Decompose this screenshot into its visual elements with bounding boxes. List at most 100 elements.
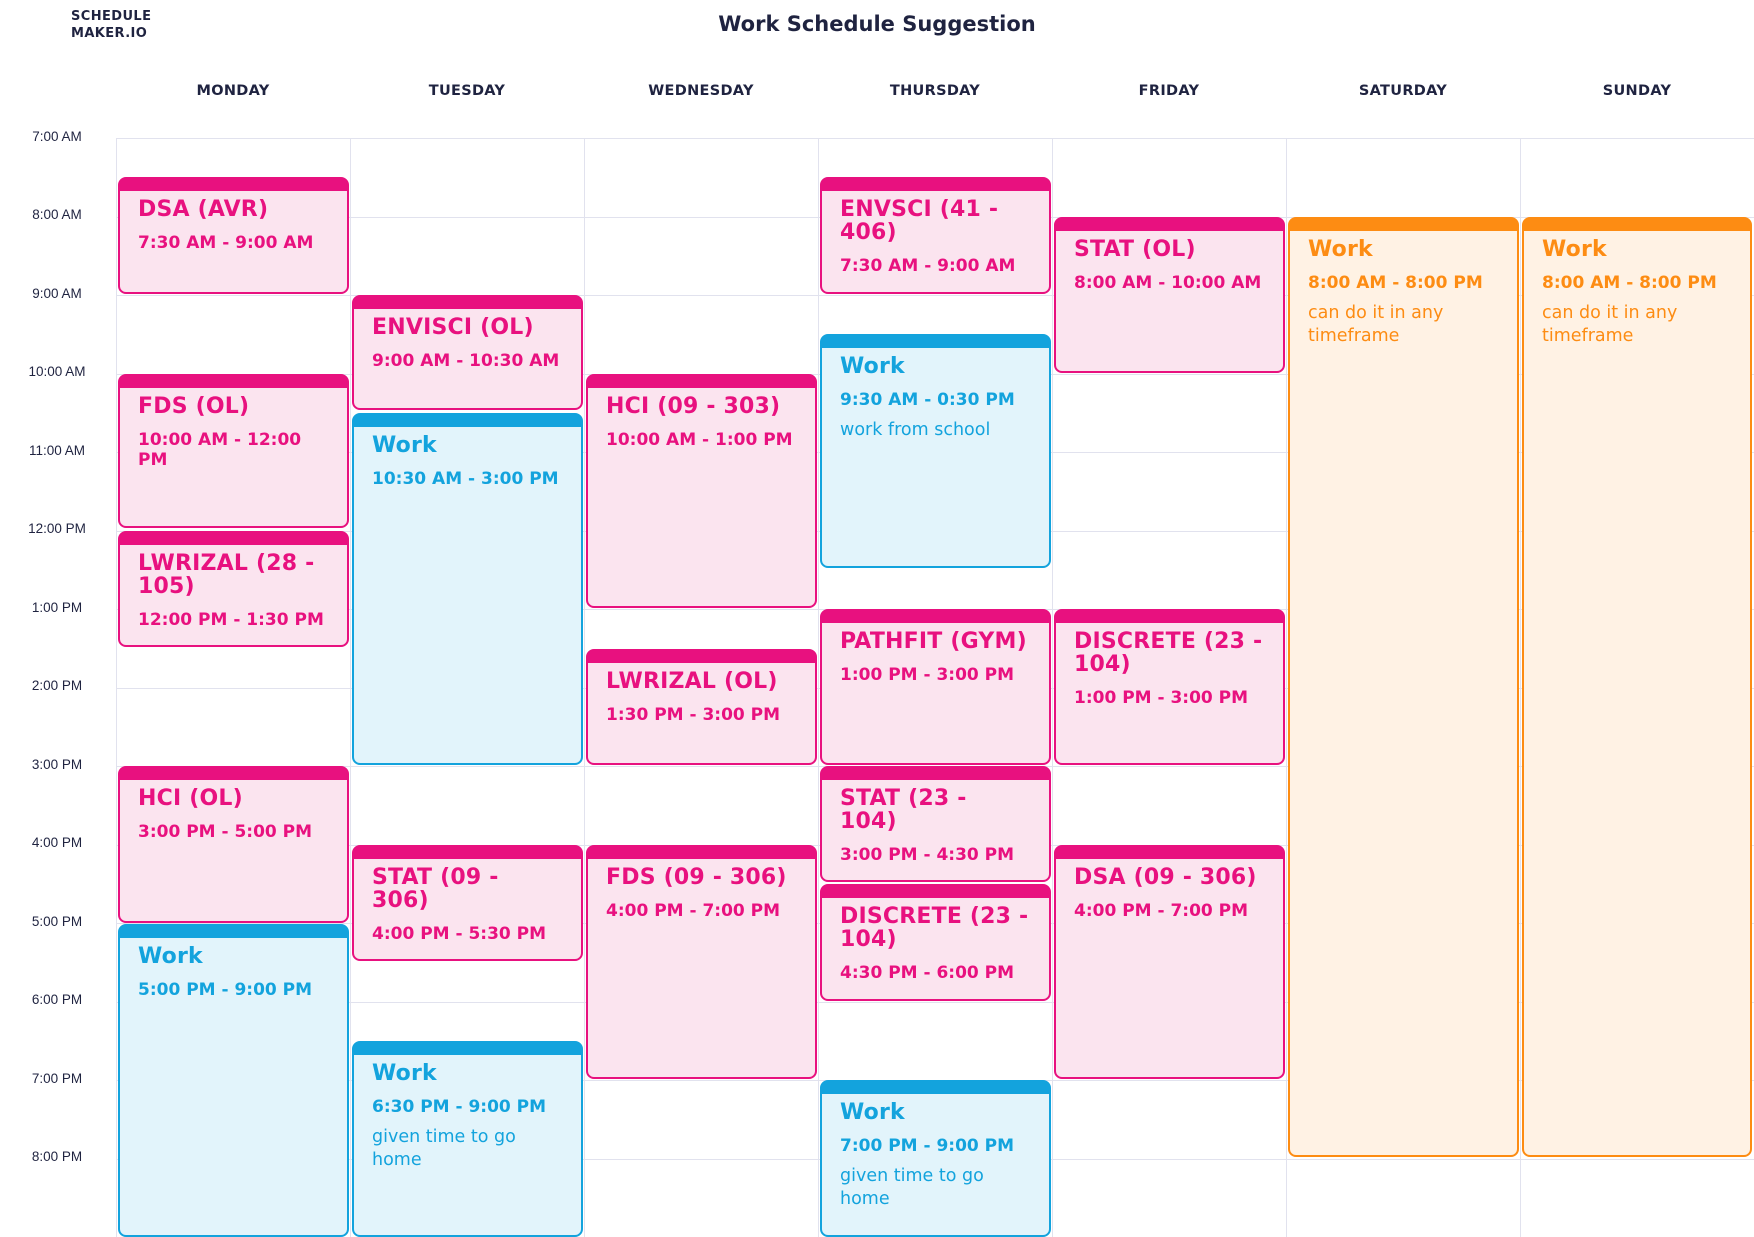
- event-time: 1:30 PM - 3:00 PM: [606, 705, 781, 725]
- day-header-saturday: SATURDAY: [1358, 83, 1448, 99]
- event-time: 10:00 AM - 12:00 PM: [138, 430, 302, 470]
- event-card-hci-09-303[interactable]: HCI (09 - 303) 10:00 AM - 1:00 PM: [586, 374, 817, 608]
- time-label: 5:00 PM: [31, 914, 83, 929]
- event-time: 4:30 PM - 6:00 PM: [840, 963, 1015, 983]
- event-note: given time to go home: [840, 1166, 984, 1209]
- event-time: 4:00 PM - 7:00 PM: [1074, 901, 1249, 921]
- event-title: STAT (23 - 104): [840, 786, 967, 834]
- event-time: 3:00 PM - 4:30 PM: [840, 845, 1015, 865]
- event-title: Work: [1542, 237, 1607, 262]
- event-card-envisci-ol[interactable]: ENVISCI (OL) 9:00 AM - 10:30 AM: [352, 295, 583, 410]
- day-header-thursday: THURSDAY: [889, 83, 981, 99]
- event-time: 3:00 PM - 5:00 PM: [138, 822, 313, 842]
- event-card-work[interactable]: Work 10:30 AM - 3:00 PM: [352, 413, 583, 765]
- event-card-discrete-23-104[interactable]: DISCRETE (23 - 104) 4:30 PM - 6:00 PM: [820, 884, 1051, 1001]
- event-card-work[interactable]: Work 5:00 PM - 9:00 PM: [118, 924, 349, 1237]
- event-card-pathfit-gym[interactable]: PATHFIT (GYM) 1:00 PM - 3:00 PM: [820, 609, 1051, 765]
- time-label: 11:00 AM: [28, 443, 86, 458]
- event-card-work[interactable]: Work 7:00 PM - 9:00 PM given time to go …: [820, 1080, 1051, 1237]
- event-card-dsa-avr[interactable]: DSA (AVR) 7:30 AM - 9:00 AM: [118, 177, 349, 294]
- event-card-stat-23-104[interactable]: STAT (23 - 104) 3:00 PM - 4:30 PM: [820, 766, 1051, 882]
- column-divider: [350, 138, 351, 1237]
- time-label: 4:00 PM: [31, 835, 83, 850]
- time-label: 12:00 PM: [28, 521, 86, 536]
- day-header-wednesday: WEDNESDAY: [648, 83, 754, 99]
- column-divider: [1286, 138, 1287, 1237]
- event-card-work[interactable]: Work 6:30 PM - 9:00 PM given time to go …: [352, 1041, 583, 1237]
- column-divider: [1052, 138, 1053, 1237]
- event-title: DISCRETE (23 - 104): [1074, 629, 1263, 677]
- event-time: 8:00 AM - 10:00 AM: [1074, 273, 1262, 293]
- event-title: DSA (AVR): [138, 197, 269, 222]
- event-time: 10:00 AM - 1:00 PM: [606, 430, 793, 450]
- event-title: Work: [372, 1061, 437, 1086]
- page-title: Work Schedule Suggestion: [718, 12, 1036, 36]
- event-time: 6:30 PM - 9:00 PM: [372, 1097, 547, 1117]
- time-label: 8:00 PM: [31, 1149, 83, 1164]
- event-title: Work: [1308, 237, 1373, 262]
- event-title: FDS (OL): [138, 394, 250, 419]
- event-title: HCI (09 - 303): [606, 394, 781, 419]
- column-divider: [116, 138, 117, 1237]
- event-time: 5:00 PM - 9:00 PM: [138, 980, 313, 1000]
- event-card-lwrizal[interactable]: LWRIZAL (28 - 105) 12:00 PM - 1:30 PM: [118, 531, 349, 647]
- event-time: 8:00 AM - 8:00 PM: [1308, 273, 1483, 293]
- event-time: 4:00 PM - 5:30 PM: [372, 924, 547, 944]
- event-card-work-flexible[interactable]: Work 8:00 AM - 8:00 PM can do it in any …: [1522, 217, 1752, 1157]
- time-label: 3:00 PM: [31, 757, 83, 772]
- event-time: 1:00 PM - 3:00 PM: [840, 665, 1015, 685]
- event-card-fds-ol[interactable]: FDS (OL) 10:00 AM - 12:00 PM: [118, 374, 349, 528]
- event-title: DSA (09 - 306): [1074, 865, 1257, 890]
- time-label: 9:00 AM: [32, 286, 82, 301]
- event-time: 7:00 PM - 9:00 PM: [840, 1136, 1015, 1156]
- event-card-work[interactable]: Work 9:30 AM - 0:30 PM work from school: [820, 334, 1051, 568]
- event-note: can do it in any timeframe: [1542, 303, 1678, 346]
- event-time: 4:00 PM - 7:00 PM: [606, 901, 781, 921]
- column-divider: [1520, 138, 1521, 1237]
- column-divider: [584, 138, 585, 1237]
- event-time: 12:00 PM - 1:30 PM: [138, 610, 324, 630]
- time-label: 7:00 AM: [32, 129, 82, 144]
- event-time: 9:30 AM - 0:30 PM: [840, 390, 1015, 410]
- event-title: Work: [840, 354, 905, 379]
- day-header-sunday: SUNDAY: [1602, 83, 1672, 99]
- event-card-fds-09-306[interactable]: FDS (09 - 306) 4:00 PM - 7:00 PM: [586, 845, 817, 1079]
- time-label: 7:00 PM: [31, 1071, 83, 1086]
- event-time: 7:30 AM - 9:00 AM: [138, 233, 314, 253]
- event-title: ENVISCI (OL): [372, 315, 534, 340]
- time-label: 6:00 PM: [31, 992, 83, 1007]
- event-title: DISCRETE (23 - 104): [840, 904, 1029, 952]
- time-label: 1:00 PM: [31, 600, 83, 615]
- event-title: Work: [372, 433, 437, 458]
- time-label: 2:00 PM: [31, 678, 83, 693]
- day-header-monday: MONDAY: [196, 83, 270, 99]
- event-card-hci-ol[interactable]: HCI (OL) 3:00 PM - 5:00 PM: [118, 766, 349, 923]
- event-note: given time to go home: [372, 1127, 516, 1170]
- time-label: 8:00 AM: [32, 207, 82, 222]
- event-card-envsci-41-406[interactable]: ENVSCI (41 - 406) 7:30 AM - 9:00 AM: [820, 177, 1051, 294]
- event-title: ENVSCI (41 - 406): [840, 197, 999, 245]
- event-card-work-flexible[interactable]: Work 8:00 AM - 8:00 PM can do it in any …: [1288, 217, 1519, 1157]
- event-title: STAT (09 - 306): [372, 865, 499, 913]
- event-title: PATHFIT (GYM): [840, 629, 1027, 654]
- event-title: Work: [840, 1100, 905, 1125]
- event-title: STAT (OL): [1074, 237, 1196, 262]
- event-card-stat-09-306[interactable]: STAT (09 - 306) 4:00 PM - 5:30 PM: [352, 845, 583, 961]
- event-card-discrete-23-104[interactable]: DISCRETE (23 - 104) 1:00 PM - 3:00 PM: [1054, 609, 1285, 765]
- hour-gridline: [116, 138, 1754, 139]
- event-card-lwrizal-ol[interactable]: LWRIZAL (OL) 1:30 PM - 3:00 PM: [586, 649, 817, 765]
- time-label: 10:00 AM: [28, 364, 86, 379]
- event-note: work from school: [840, 420, 991, 440]
- event-time: 8:00 AM - 8:00 PM: [1542, 273, 1717, 293]
- event-card-dsa-09-306[interactable]: DSA (09 - 306) 4:00 PM - 7:00 PM: [1054, 845, 1285, 1079]
- event-time: 7:30 AM - 9:00 AM: [840, 256, 1016, 276]
- day-header-friday: FRIDAY: [1138, 83, 1200, 99]
- event-time: 10:30 AM - 3:00 PM: [372, 469, 559, 489]
- event-title: HCI (OL): [138, 786, 243, 811]
- event-title: LWRIZAL (28 - 105): [138, 551, 315, 599]
- event-title: Work: [138, 944, 203, 969]
- day-header-tuesday: TUESDAY: [428, 83, 506, 99]
- event-card-stat-ol[interactable]: STAT (OL) 8:00 AM - 10:00 AM: [1054, 217, 1285, 373]
- event-title: LWRIZAL (OL): [606, 669, 778, 694]
- event-title: FDS (09 - 306): [606, 865, 787, 890]
